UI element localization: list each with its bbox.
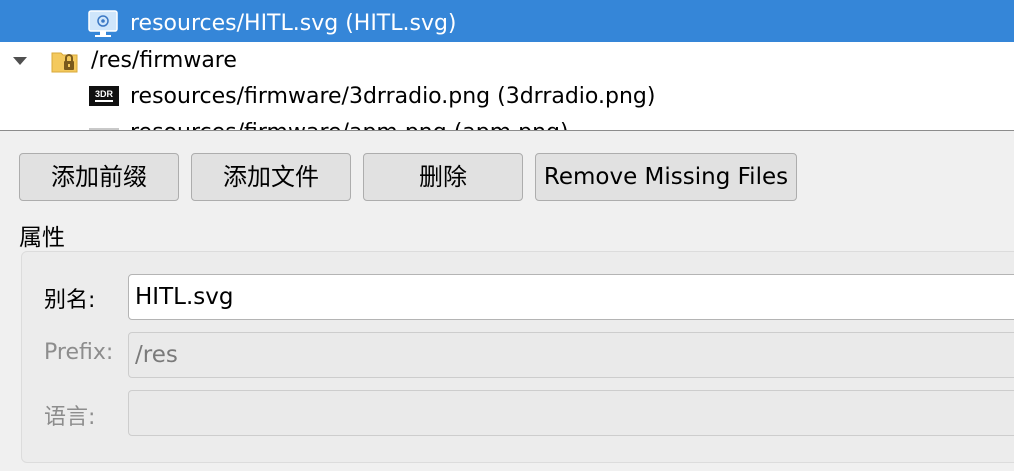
png-image-icon bbox=[89, 128, 119, 130]
png-image-icon: 3DR bbox=[89, 86, 119, 106]
properties-group: 别名: HITL.svg Prefix: /res 语言: bbox=[21, 251, 1014, 463]
add-file-button[interactable]: 添加文件 bbox=[191, 153, 351, 201]
prefix-input: /res bbox=[128, 332, 1014, 378]
tree-row-label: resources/firmware/apm.png (apm.png) bbox=[130, 114, 569, 130]
properties-title: 属性 bbox=[19, 225, 65, 251]
tree-row-label: resources/HITL.svg (HITL.svg) bbox=[130, 11, 457, 36]
delete-button[interactable]: 删除 bbox=[363, 153, 523, 201]
tree-row-apm[interactable]: resources/firmware/apm.png (apm.png) bbox=[0, 114, 1014, 130]
editor-panel: 添加前缀 添加文件 删除 Remove Missing Files 属性 别名:… bbox=[0, 132, 1014, 471]
svg-file-icon bbox=[88, 10, 118, 37]
language-label: 语言: bbox=[44, 405, 96, 430]
prefix-label: Prefix: bbox=[44, 340, 114, 365]
add-prefix-button[interactable]: 添加前缀 bbox=[19, 153, 179, 201]
language-input bbox=[128, 390, 1014, 436]
thumbnail-text: 3DR bbox=[95, 89, 114, 99]
chevron-down-icon[interactable] bbox=[13, 57, 27, 65]
tree-row-3drradio[interactable]: 3DR resources/firmware/3drradio.png (3dr… bbox=[0, 78, 1014, 115]
tree-row-label: resources/firmware/3drradio.png (3drradi… bbox=[130, 84, 656, 109]
remove-missing-files-button[interactable]: Remove Missing Files bbox=[535, 153, 797, 201]
tree-row-firmware-folder[interactable]: /res/firmware bbox=[0, 42, 1014, 79]
alias-input[interactable]: HITL.svg bbox=[128, 274, 1014, 320]
locked-folder-icon bbox=[51, 52, 78, 73]
tree-row-label: /res/firmware bbox=[91, 48, 237, 73]
resource-tree[interactable]: resources/HITL.svg (HITL.svg) /res/firmw… bbox=[0, 0, 1014, 131]
tree-row-hitl-svg[interactable]: resources/HITL.svg (HITL.svg) bbox=[0, 5, 1014, 42]
alias-label: 别名: bbox=[44, 288, 96, 313]
